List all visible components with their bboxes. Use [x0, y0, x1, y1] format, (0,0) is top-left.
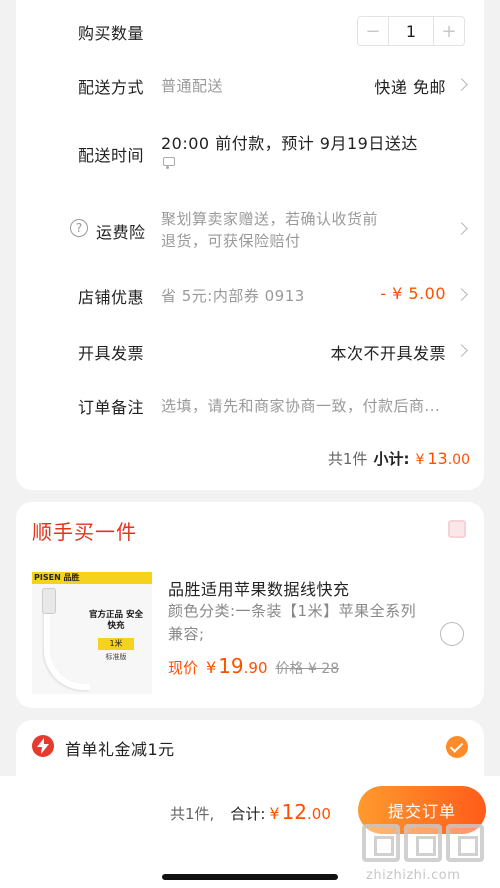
invoice-label: 开具发票	[78, 344, 145, 363]
increment-button[interactable]: +	[434, 17, 464, 45]
truck-icon	[163, 157, 175, 169]
remark-row[interactable]: 订单备注 选填，请先和商家协商一致，付款后商...	[16, 382, 484, 426]
total: 共1件, 合计: ¥ 12 .00	[170, 800, 331, 824]
lightning-icon	[32, 735, 54, 757]
remark-input[interactable]: 选填，请先和商家协商一致，付款后商...	[161, 395, 440, 416]
thumb-text: 官方正品 安全快充	[89, 610, 143, 631]
watermark-logo: zhizhizhi.com	[362, 824, 492, 886]
delivery-method-label: 配送方式	[78, 78, 145, 97]
delivery-time-value: 20:00 前付款，预计 9月19日送达	[161, 134, 418, 153]
checkout-bar: 共1件, 合计: ¥ 12 .00 提交订单 zhizhizhi.com	[0, 776, 500, 888]
addon-title: 顺手买一件	[32, 520, 137, 544]
addon-select-radio[interactable]	[440, 622, 464, 646]
subtotal-label: 小计:	[373, 450, 410, 468]
delivery-method-row[interactable]: 配送方式 普通配送 快递 免邮	[16, 62, 484, 106]
decrement-button[interactable]: −	[358, 17, 388, 45]
question-icon[interactable]: ?	[70, 219, 88, 237]
price-decimal: .90	[243, 659, 268, 677]
freight-insurance-line2: 退货，可获保险赔付	[161, 232, 301, 250]
watermark-block	[446, 824, 484, 862]
freight-insurance-line1: 聚划算卖家赠送，若确认收货前	[161, 210, 379, 228]
original-price: 价格 ¥ 28	[275, 661, 340, 677]
store-discount-label: 店铺优惠	[78, 288, 145, 307]
quantity-row: 购买数量 − 1 +	[16, 0, 484, 62]
freight-insurance-label: 运费险	[96, 223, 146, 242]
price-integer: 19	[218, 654, 244, 678]
chevron-right-icon	[455, 78, 468, 91]
total-count: 共1件,	[170, 805, 215, 823]
total-label: 合计:	[230, 805, 266, 823]
subtotal-decimal: .00	[447, 452, 470, 468]
delivery-time-row: 配送时间 20:00 前付款，预计 9月19日送达	[16, 112, 484, 182]
collapse-icon[interactable]	[448, 520, 466, 538]
price-label: 现价	[168, 659, 199, 677]
price-currency: ¥	[206, 658, 217, 677]
remark-label: 订单备注	[78, 398, 145, 417]
order-details-card: 购买数量 − 1 + 配送方式 普通配送 快递 免邮 配送时间 20:00 前付…	[16, 0, 484, 490]
chevron-right-icon	[455, 344, 468, 357]
delivery-method-value: 普通配送	[161, 77, 224, 95]
thumb-tag: 1米	[98, 638, 134, 650]
watermark-block	[404, 824, 442, 862]
quantity-stepper[interactable]: − 1 +	[357, 16, 465, 46]
store-discount-value: 省 5元:内部券 0913	[161, 287, 305, 305]
subtotal: 共1件 小计: ¥ 13 .00	[328, 448, 470, 469]
invoice-value: 本次不开具发票	[330, 344, 446, 363]
product-title[interactable]: 品胜适用苹果数据线快充	[168, 576, 350, 600]
total-integer: 12	[281, 800, 308, 824]
quantity-value[interactable]: 1	[388, 17, 434, 45]
invoice-row[interactable]: 开具发票 本次不开具发票	[16, 328, 484, 372]
addon-card: 顺手买一件 PISEN 品胜 官方正品 安全快充 1米 标准版 品胜适用苹果数据…	[16, 502, 484, 708]
thumb-brand: PISEN 品胜	[32, 572, 152, 584]
thumb-tag2: 标准版	[105, 653, 127, 661]
store-discount-row[interactable]: 店铺优惠 省 5元:内部券 0913 - ¥ 5.00	[16, 272, 484, 316]
chevron-right-icon	[455, 222, 468, 235]
quantity-label: 购买数量	[78, 24, 145, 43]
product-thumbnail[interactable]: PISEN 品胜 官方正品 安全快充 1米 标准版	[32, 572, 152, 694]
coupon-text: 首单礼金减1元	[65, 740, 175, 759]
subtotal-count: 共1件	[327, 450, 368, 468]
watermark-block	[362, 824, 400, 862]
coupon-checkbox[interactable]	[446, 736, 468, 758]
chevron-right-icon	[455, 288, 468, 301]
plug-image	[42, 588, 56, 614]
product-price: 现价 ¥ 19 .90 价格 ¥ 28	[168, 654, 339, 678]
subtotal-currency: ¥	[415, 452, 425, 468]
total-currency: ¥	[269, 804, 280, 823]
product-sku: 颜色分类:一条装【1米】苹果全系列兼容;	[168, 602, 417, 643]
total-decimal: .00	[307, 805, 331, 823]
subtotal-integer: 13	[427, 449, 448, 468]
store-discount-amount: - ¥ 5.00	[380, 284, 446, 303]
delivery-fee-text: 快递 免邮	[374, 78, 446, 97]
delivery-time-label: 配送时间	[78, 146, 145, 165]
watermark-text: zhizhizhi.com	[366, 868, 461, 883]
home-indicator[interactable]	[162, 874, 338, 880]
